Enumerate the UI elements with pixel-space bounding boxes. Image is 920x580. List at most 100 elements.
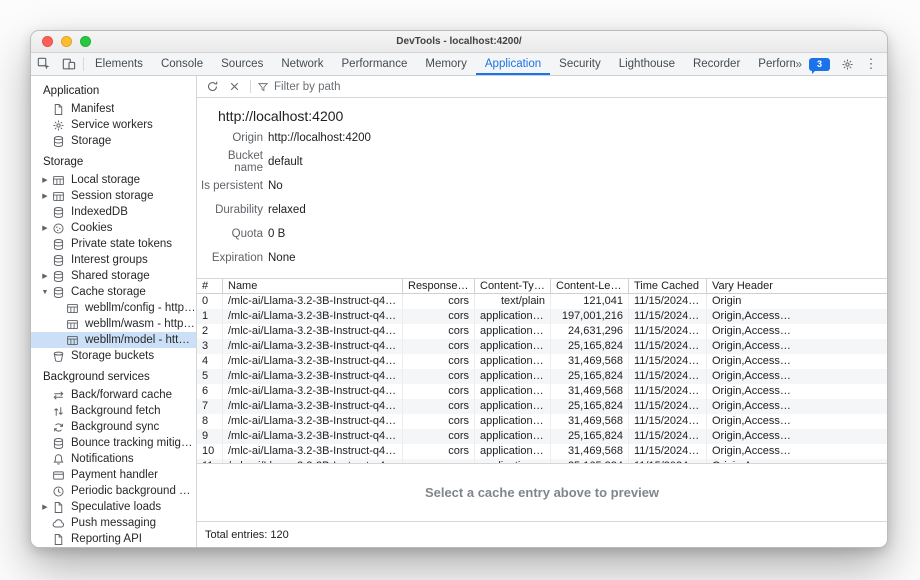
cache-entry-row[interactable]: 6/mlc-ai/Llama-3.2-3B-Instruct-q4f16_1-M… xyxy=(197,384,887,399)
console-messages-badge[interactable]: 3 xyxy=(809,58,830,71)
sidebar-item-webllm-wasm-http-loca[interactable]: webllm/wasm - http://loca... xyxy=(31,316,196,332)
cell-content-length: 31,469,568 xyxy=(551,444,629,459)
zoom-window-button[interactable] xyxy=(80,36,91,47)
cell-response-type: cors xyxy=(403,414,475,429)
tab-performance-insights[interactable]: Performance insights xyxy=(749,53,795,75)
cache-entry-row[interactable]: 10/mlc-ai/Llama-3.2-3B-Instruct-q4f16_1-… xyxy=(197,444,887,459)
tree-expander-icon[interactable]: ▶ xyxy=(39,176,51,184)
tab-label: Memory xyxy=(425,58,467,70)
sidebar-item-payment-handler[interactable]: Payment handler xyxy=(31,467,196,483)
delete-selected-icon[interactable] xyxy=(224,78,244,96)
tab-label: Lighthouse xyxy=(619,58,675,70)
cell-name: /mlc-ai/Llama-3.2-3B-Instruct-q4f16_1-ML… xyxy=(223,339,403,354)
cache-origin-title: http://localhost:4200 xyxy=(197,98,887,126)
cell-name: /mlc-ai/Llama-3.2-3B-Instruct-q4f16_1-ML… xyxy=(223,414,403,429)
tree-expander-icon[interactable]: ▼ xyxy=(39,289,51,296)
inspect-element-icon[interactable] xyxy=(31,53,56,75)
cache-entry-row[interactable]: 9/mlc-ai/Llama-3.2-3B-Instruct-q4f16_1-M… xyxy=(197,429,887,444)
tab-network[interactable]: Network xyxy=(272,53,332,75)
tab-elements[interactable]: Elements xyxy=(86,53,152,75)
sidebar-item-service-workers[interactable]: Service workers xyxy=(31,117,196,133)
cell-content-type: application/oc… xyxy=(475,309,551,324)
close-window-button[interactable] xyxy=(42,36,53,47)
metadata-value: 0 B xyxy=(268,228,285,240)
sidebar-item-push-messaging[interactable]: Push messaging xyxy=(31,515,196,531)
cache-entry-row[interactable]: 5/mlc-ai/Llama-3.2-3B-Instruct-q4f16_1-M… xyxy=(197,369,887,384)
cell-time-cached: 11/15/2024, 10… xyxy=(629,399,707,414)
column-header-name[interactable]: Name xyxy=(223,279,403,293)
tab-sources[interactable]: Sources xyxy=(212,53,272,75)
cache-entry-row[interactable]: 4/mlc-ai/Llama-3.2-3B-Instruct-q4f16_1-M… xyxy=(197,354,887,369)
cache-entry-row[interactable]: 3/mlc-ai/Llama-3.2-3B-Instruct-q4f16_1-M… xyxy=(197,339,887,354)
sidebar-item-manifest[interactable]: Manifest xyxy=(31,101,196,117)
cell-index: 8 xyxy=(197,414,223,429)
column-header-content-type[interactable]: Content-Type xyxy=(475,279,551,293)
more-tabs-icon[interactable]: » xyxy=(795,57,802,71)
tab-lighthouse[interactable]: Lighthouse xyxy=(610,53,684,75)
cache-entry-row[interactable]: 8/mlc-ai/Llama-3.2-3B-Instruct-q4f16_1-M… xyxy=(197,414,887,429)
tab-security[interactable]: Security xyxy=(550,53,610,75)
tab-memory[interactable]: Memory xyxy=(416,53,476,75)
sidebar-item-webllm-config-http-loc[interactable]: webllm/config - http://loc... xyxy=(31,300,196,316)
tree-expander-icon[interactable]: ▶ xyxy=(39,224,51,232)
tree-expander-icon[interactable]: ▶ xyxy=(39,503,51,511)
metadata-row-quota: Quota0 B xyxy=(197,222,887,246)
cache-entry-row[interactable]: 2/mlc-ai/Llama-3.2-3B-Instruct-q4f16_1-M… xyxy=(197,324,887,339)
sidebar-item-background-sync[interactable]: Background sync xyxy=(31,419,196,435)
doc-icon xyxy=(51,500,66,515)
sidebar-item-notifications[interactable]: Notifications xyxy=(31,451,196,467)
cache-storage-panel: http://localhost:4200 Originhttp://local… xyxy=(197,76,887,547)
cache-entry-row[interactable]: 0/mlc-ai/Llama-3.2-3B-Instruct-q4f16_1-M… xyxy=(197,294,887,309)
sidebar-item-storage[interactable]: Storage xyxy=(31,133,196,149)
sidebar-item-storage-buckets[interactable]: Storage buckets xyxy=(31,348,196,364)
sidebar-item-label: webllm/config - http://loc... xyxy=(85,302,196,314)
tree-expander-icon[interactable]: ▶ xyxy=(39,272,51,280)
tab-console[interactable]: Console xyxy=(152,53,212,75)
tree-expander-icon[interactable]: ▶ xyxy=(39,192,51,200)
settings-gear-icon[interactable] xyxy=(837,55,857,73)
column-header-index[interactable]: # xyxy=(197,279,223,293)
cell-index: 3 xyxy=(197,339,223,354)
minimize-window-button[interactable] xyxy=(61,36,72,47)
sidebar-item-private-state-tokens[interactable]: Private state tokens xyxy=(31,236,196,252)
sidebar-item-cookies[interactable]: ▶Cookies xyxy=(31,220,196,236)
sync-icon xyxy=(51,420,66,435)
filter-by-path-input[interactable] xyxy=(274,81,434,93)
column-header-time-cached[interactable]: Time Cached xyxy=(629,279,707,293)
sidebar-item-interest-groups[interactable]: Interest groups xyxy=(31,252,196,268)
cell-vary-header: Origin,Access… xyxy=(707,384,887,399)
kebab-menu-icon[interactable]: ⋮ xyxy=(864,57,878,71)
sidebar-item-reporting-api[interactable]: Reporting API xyxy=(31,531,196,547)
sidebar-item-periodic-background-sync[interactable]: Periodic background sync xyxy=(31,483,196,499)
sidebar-item-cache-storage[interactable]: ▼Cache storage xyxy=(31,284,196,300)
cell-content-type: application/oc… xyxy=(475,414,551,429)
device-toolbar-icon[interactable] xyxy=(56,53,81,75)
cell-vary-header: Origin,Access… xyxy=(707,444,887,459)
sidebar-item-back-forward-cache[interactable]: Back/forward cache xyxy=(31,387,196,403)
column-header-vary-header[interactable]: Vary Header xyxy=(707,279,887,293)
sidebar-item-speculative-loads[interactable]: ▶ Speculative loads xyxy=(31,499,196,515)
cell-index: 7 xyxy=(197,399,223,414)
cell-vary-header: Origin,Access… xyxy=(707,399,887,414)
sidebar-item-background-fetch[interactable]: Background fetch xyxy=(31,403,196,419)
cell-vary-header: Origin,Access… xyxy=(707,324,887,339)
sidebar-item-session-storage[interactable]: ▶Session storage xyxy=(31,188,196,204)
sidebar-item-indexeddb[interactable]: IndexedDB xyxy=(31,204,196,220)
sidebar-item-local-storage[interactable]: ▶Local storage xyxy=(31,172,196,188)
cache-entry-row[interactable]: 1/mlc-ai/Llama-3.2-3B-Instruct-q4f16_1-M… xyxy=(197,309,887,324)
tab-application[interactable]: Application xyxy=(476,53,550,75)
tab-recorder[interactable]: Recorder xyxy=(684,53,749,75)
column-header-content-length[interactable]: Content-Length xyxy=(551,279,629,293)
sidebar-item-shared-storage[interactable]: ▶Shared storage xyxy=(31,268,196,284)
application-sidebar: ApplicationManifestService workersStorag… xyxy=(31,76,197,547)
sidebar-item-bounce-tracking-mitigations[interactable]: Bounce tracking mitigations xyxy=(31,435,196,451)
cell-response-type: cors xyxy=(403,384,475,399)
cache-entry-row[interactable]: 7/mlc-ai/Llama-3.2-3B-Instruct-q4f16_1-M… xyxy=(197,399,887,414)
refresh-icon[interactable] xyxy=(202,78,222,96)
column-header-response-type[interactable]: Response-Type xyxy=(403,279,475,293)
metadata-row-is-persistent: Is persistentNo xyxy=(197,174,887,198)
sidebar-item-webllm-model-http-loc[interactable]: webllm/model - http://loc... xyxy=(31,332,196,348)
tab-performance[interactable]: Performance xyxy=(333,53,417,75)
sidebar-item-label: Speculative loads xyxy=(71,501,161,513)
cell-content-length: 31,469,568 xyxy=(551,384,629,399)
